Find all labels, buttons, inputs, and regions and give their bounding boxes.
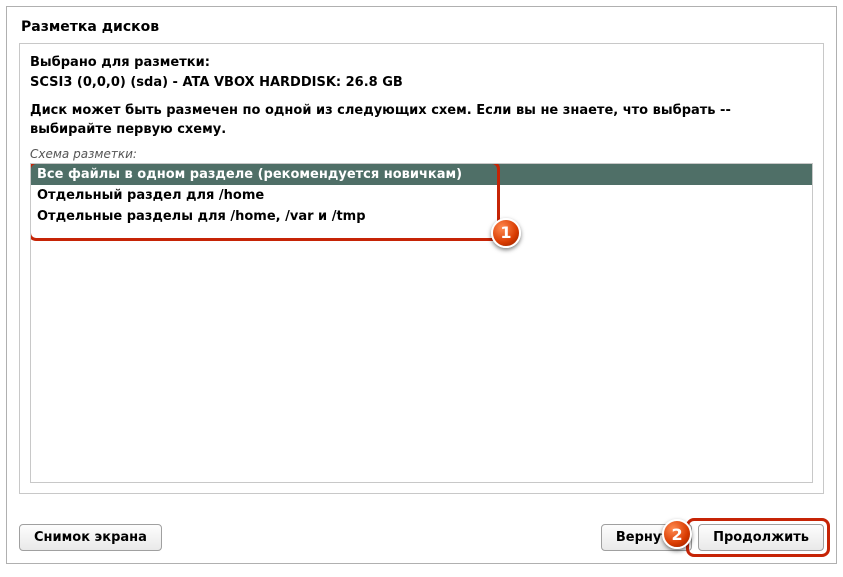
dialog-window: Разметка дисков Выбрано для разметки: SC… [6,6,837,564]
option-separate-home[interactable]: Отдельный раздел для /home [31,185,812,206]
dialog-title: Разметка дисков [7,7,836,43]
description-text: Диск может быть размечен по одной из сле… [30,102,813,138]
option-all-files-one-partition[interactable]: Все файлы в одном разделе (рекомендуется… [31,164,812,185]
back-button[interactable]: Вернуть [601,524,692,551]
scheme-label: Схема разметки: [30,147,813,161]
button-row: Снимок экрана Вернуть 2 Продолжить [19,524,824,551]
option-separate-home-var-tmp[interactable]: Отдельные разделы для /home, /var и /tmp [31,206,812,227]
disk-info: SCSI3 (0,0,0) (sda) - ATA VBOX HARDDISK:… [30,74,813,92]
content-frame: Выбрано для разметки: SCSI3 (0,0,0) (sda… [19,43,824,494]
continue-wrap: 2 Продолжить [692,524,824,551]
continue-button[interactable]: Продолжить [698,524,824,551]
screenshot-button[interactable]: Снимок экрана [19,524,162,551]
partition-scheme-listbox[interactable]: 1 Все файлы в одном разделе (рекомендует… [30,163,813,483]
selected-for-partitioning-label: Выбрано для разметки: [30,54,813,72]
